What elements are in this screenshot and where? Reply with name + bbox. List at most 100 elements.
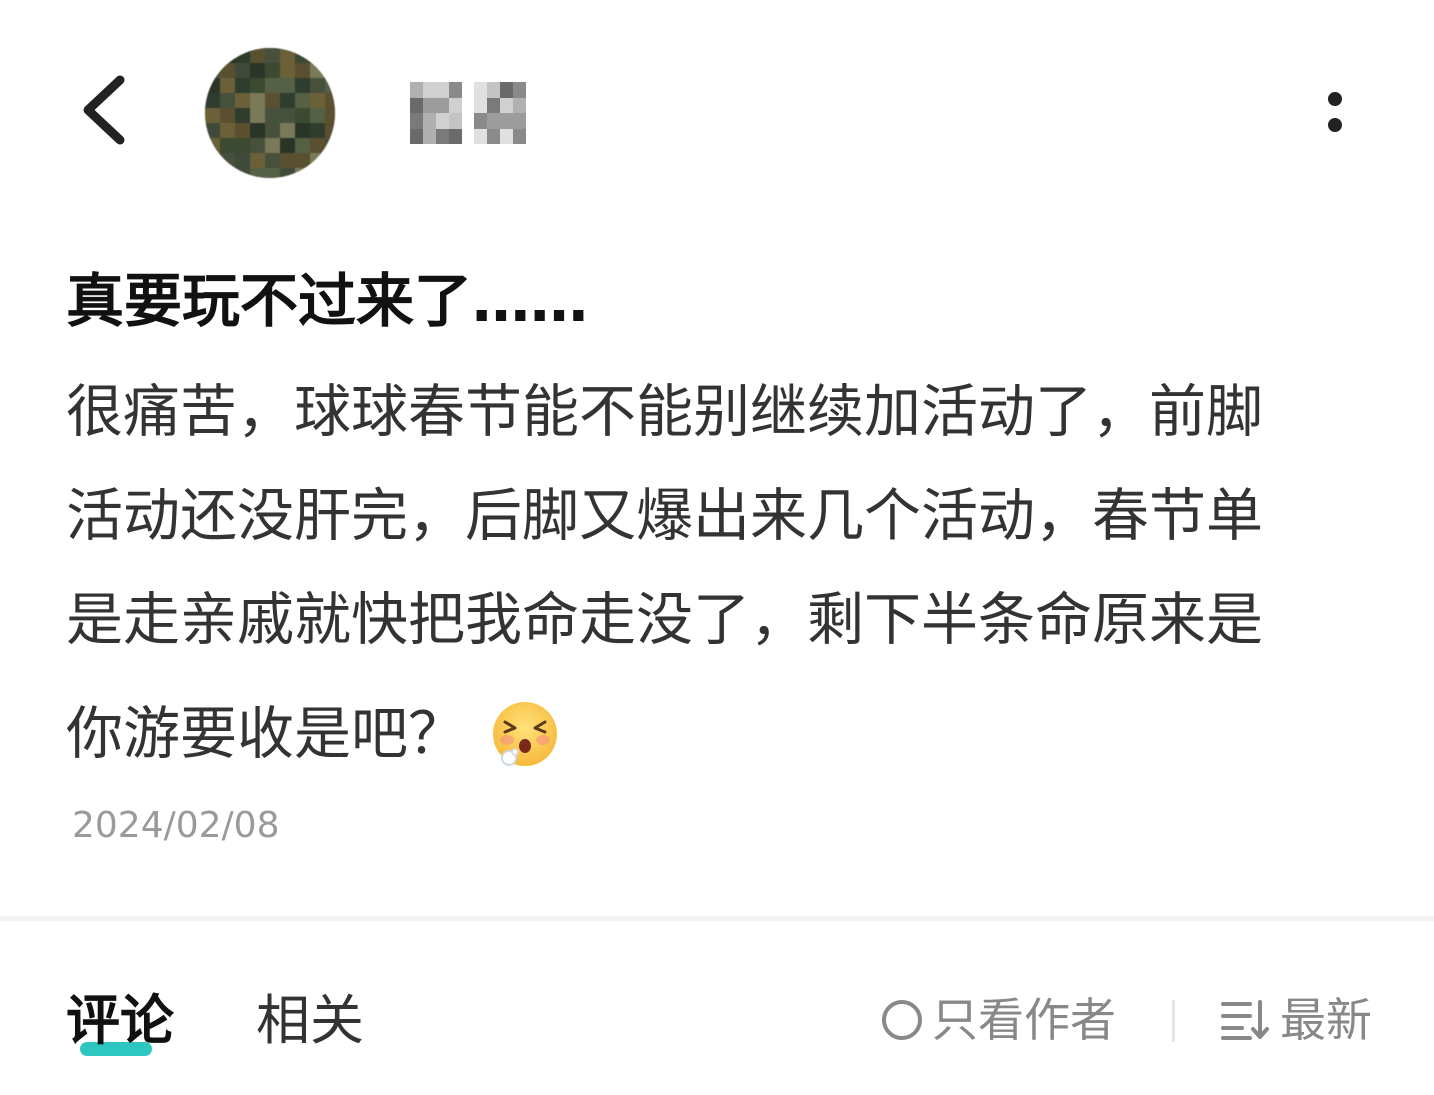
post-body-line: 活动还没肝完，后脚又爆出来几个活动，春节单 xyxy=(66,483,1263,549)
username-mosaic-1 xyxy=(410,82,462,144)
avatar-pixel xyxy=(250,63,266,79)
avatar-pixel xyxy=(205,108,221,124)
avatar-pixel xyxy=(310,168,326,178)
mosaic-cell xyxy=(487,128,500,144)
avatar-pixel xyxy=(235,138,251,154)
avatar-pixel xyxy=(235,108,251,124)
avatar-pixel xyxy=(280,78,296,94)
tab-comments[interactable]: 评论 xyxy=(66,988,174,1054)
sort-icon xyxy=(1221,1000,1269,1040)
avatar-pixel xyxy=(295,48,311,64)
radio-circle-icon xyxy=(882,1000,922,1040)
avatar-pixel xyxy=(325,63,335,79)
avatar-pixel xyxy=(310,123,326,139)
avatar-pixel xyxy=(205,48,221,64)
mosaic-cell xyxy=(423,82,436,98)
mosaic-cell xyxy=(487,113,500,129)
comment-tab-bar: 评论 相关 只看作者 最新 xyxy=(0,960,1434,1070)
avatar-pixel xyxy=(295,63,311,79)
avatar[interactable] xyxy=(205,48,335,178)
avatar-pixel xyxy=(205,168,221,178)
username-label xyxy=(410,82,411,83)
mosaic-cell xyxy=(410,128,423,144)
mosaic-cell xyxy=(500,113,513,129)
mosaic-cell xyxy=(500,128,513,144)
avatar-pixel xyxy=(250,48,266,64)
avatar-pixel xyxy=(295,123,311,139)
post-body-line: 是走亲戚就快把我命走没了，剩下半条命原来是 xyxy=(66,587,1263,653)
avatar-pixel xyxy=(265,168,281,178)
avatar-pixel xyxy=(220,168,236,178)
avatar-pixel xyxy=(310,153,326,169)
mosaic-cell xyxy=(474,113,487,129)
sort-label: 最新 xyxy=(1280,993,1372,1047)
sort-button[interactable]: 最新 xyxy=(1220,990,1372,1050)
avatar-pixel xyxy=(220,123,236,139)
avatar-pixel xyxy=(220,78,236,94)
back-button[interactable] xyxy=(70,70,140,150)
mosaic-cell xyxy=(474,97,487,113)
avatar-pixel xyxy=(265,138,281,154)
avatar-pixel xyxy=(325,78,335,94)
filter-separator xyxy=(1172,1000,1175,1042)
more-options-button[interactable] xyxy=(1316,84,1356,140)
avatar-pixel xyxy=(280,63,296,79)
username[interactable] xyxy=(410,82,526,144)
section-divider xyxy=(0,916,1434,921)
mosaic-cell xyxy=(410,97,423,113)
avatar-pixel xyxy=(235,78,251,94)
avatar-pixel xyxy=(235,168,251,178)
avatar-pixel xyxy=(280,108,296,124)
avatar-pixel xyxy=(250,153,266,169)
avatar-pixel xyxy=(250,123,266,139)
avatar-pixel xyxy=(310,108,326,124)
avatar-pixel xyxy=(235,153,251,169)
only-author-toggle[interactable]: 只看作者 xyxy=(882,990,1116,1050)
avatar-pixel xyxy=(310,138,326,154)
avatar-pixel xyxy=(205,123,221,139)
avatar-pixel xyxy=(235,63,251,79)
avatar-pixel xyxy=(205,63,221,79)
avatar-pixel xyxy=(280,138,296,154)
post-body-line: 你游要收是吧？ xyxy=(66,701,465,767)
avatar-pixel xyxy=(250,93,266,109)
chevron-left-icon xyxy=(83,75,125,145)
mosaic-cell xyxy=(487,97,500,113)
avatar-pixel xyxy=(265,93,281,109)
avatar-pixel xyxy=(265,153,281,169)
post-title: 真要玩不过来了…… xyxy=(66,267,589,335)
post-body: 很痛苦，球球春节能不能别继续加活动了，前脚 活动还没肝完，后脚又爆出来几个活动，… xyxy=(66,360,1346,796)
post-date: 2024/02/08 xyxy=(72,805,280,846)
tab-related[interactable]: 相关 xyxy=(256,988,364,1054)
avatar-pixel xyxy=(295,78,311,94)
post-body-line: 很痛苦，球球春节能不能别继续加活动了，前脚 xyxy=(66,379,1263,445)
mosaic-cell xyxy=(500,97,513,113)
mosaic-cell xyxy=(423,113,436,129)
avatar-pixel xyxy=(325,153,335,169)
avatar-pixel xyxy=(220,63,236,79)
avatar-pixel xyxy=(310,78,326,94)
avatar-pixel xyxy=(295,93,311,109)
avatar-pixel xyxy=(220,93,236,109)
avatar-pixel xyxy=(265,123,281,139)
mosaic-cell xyxy=(449,97,462,113)
avatar-pixel xyxy=(295,153,311,169)
mosaic-cell xyxy=(423,97,436,113)
avatar-pixel xyxy=(250,78,266,94)
top-bar xyxy=(0,0,1434,220)
tired-face-emoji-icon xyxy=(493,702,557,766)
avatar-pixel xyxy=(220,48,236,64)
avatar-pixel xyxy=(325,123,335,139)
only-author-label: 只看作者 xyxy=(932,993,1116,1047)
avatar-pixel xyxy=(250,168,266,178)
more-dot-icon xyxy=(1328,92,1342,106)
tab-comments-label: 评论 xyxy=(66,989,174,1052)
avatar-pixel xyxy=(265,108,281,124)
avatar-pixel xyxy=(205,138,221,154)
avatar-pixel xyxy=(250,138,266,154)
avatar-pixel xyxy=(310,48,326,64)
avatar-pixel xyxy=(325,108,335,124)
avatar-pixel xyxy=(280,123,296,139)
mosaic-cell xyxy=(410,113,423,129)
mosaic-cell xyxy=(474,82,487,98)
